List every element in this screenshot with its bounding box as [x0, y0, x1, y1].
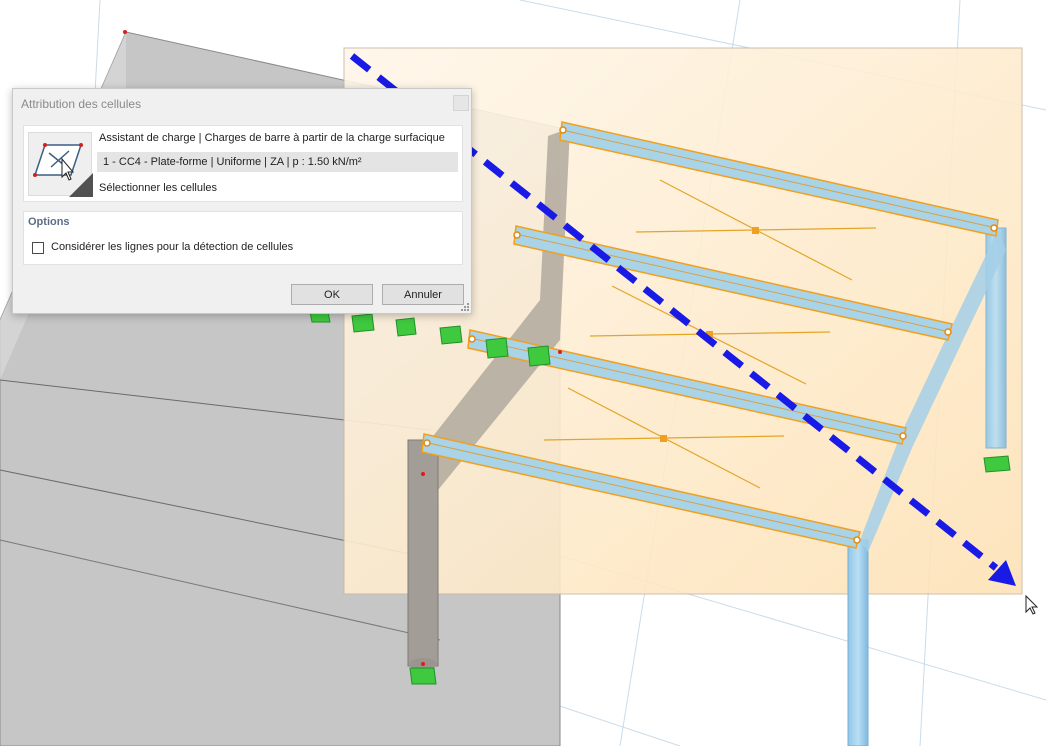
options-panel: Options Considérer les lignes pour la dé…	[23, 211, 463, 265]
close-icon[interactable]	[453, 95, 469, 111]
cell-select-icon	[33, 143, 93, 197]
options-header: Options	[28, 216, 70, 228]
load-wizard-label: Assistant de charge | Charges de barre à…	[99, 132, 445, 144]
ok-button[interactable]: OK	[291, 284, 373, 305]
load-wizard-panel: Assistant de charge | Charges de barre à…	[23, 125, 463, 202]
resize-grip-icon[interactable]	[461, 303, 469, 311]
load-case-field: 1 - CC4 - Plate-forme | Uniforme | ZA | …	[97, 152, 458, 172]
consider-lines-label[interactable]: Considérer les lignes pour la détection …	[51, 241, 293, 253]
dialog-title: Attribution des cellules	[21, 97, 142, 111]
cell-assignment-dialog: Attribution des cellules Assistant de ch…	[12, 88, 472, 314]
mouse-cursor-icon	[1025, 594, 1039, 615]
consider-lines-checkbox[interactable]	[32, 242, 44, 254]
cancel-button[interactable]: Annuler	[382, 284, 464, 305]
select-cells-label: Sélectionner les cellules	[99, 182, 218, 194]
select-cells-button[interactable]	[28, 132, 93, 197]
